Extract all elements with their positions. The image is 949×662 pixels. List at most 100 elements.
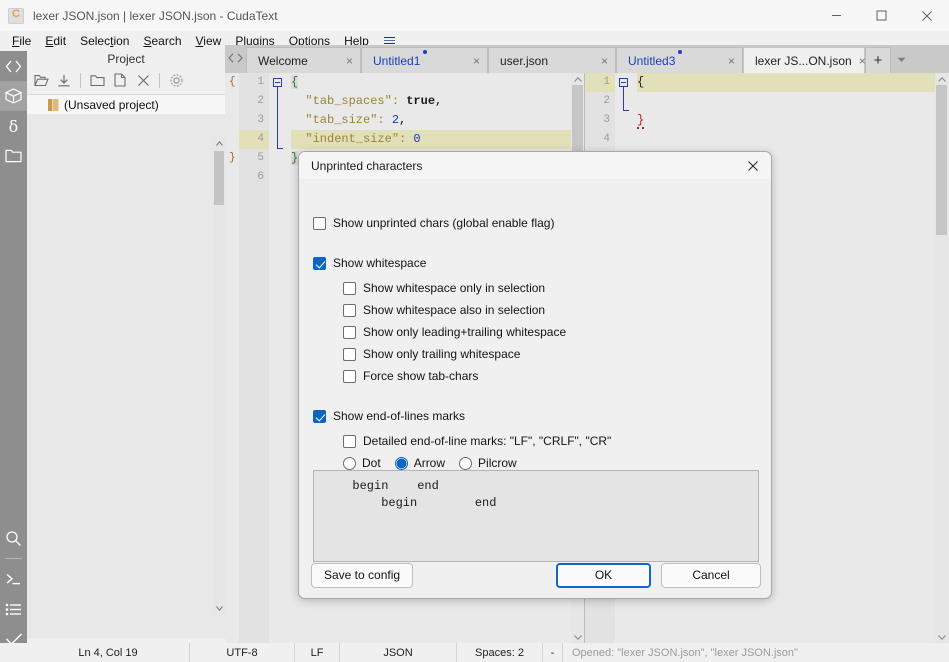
checkbox-ws-only-in-selection[interactable]: Show whitespace only in selection bbox=[313, 277, 757, 299]
chevron-left-icon[interactable] bbox=[227, 52, 235, 66]
checkbox-ws-also-in-selection[interactable]: Show whitespace also in selection bbox=[313, 299, 757, 321]
checkbox-label: Show whitespace also in selection bbox=[363, 303, 546, 317]
status-encoding[interactable]: UTF-8 bbox=[190, 643, 295, 662]
tab-close-icon[interactable]: × bbox=[346, 55, 353, 67]
checkbox-global-enable[interactable]: Show unprinted chars (global enable flag… bbox=[313, 212, 757, 234]
project-tree: (Unsaved project) bbox=[27, 94, 225, 638]
right-editor-scrollbar[interactable] bbox=[935, 73, 948, 643]
rail-item-list-lines[interactable] bbox=[0, 594, 27, 624]
line-number: 2 bbox=[603, 95, 610, 107]
checkbox-ws-leading-trailing[interactable]: Show only leading+trailing whitespace bbox=[313, 321, 757, 343]
status-indent[interactable]: Spaces: 2 bbox=[457, 643, 543, 662]
checkbox-box[interactable] bbox=[343, 369, 356, 383]
fold-collapse-icon[interactable] bbox=[273, 78, 282, 87]
close-icon[interactable] bbox=[904, 0, 949, 31]
maximize-icon[interactable] bbox=[859, 0, 904, 31]
scroll-thumb[interactable] bbox=[214, 151, 224, 205]
status-lexer[interactable]: JSON bbox=[340, 643, 457, 662]
tab-lexer-json[interactable]: lexer JS...ON.json × bbox=[743, 47, 866, 73]
checkbox-show-eol-marks[interactable]: Show end-of-lines marks bbox=[313, 405, 757, 427]
menu-selection[interactable]: Selection bbox=[73, 32, 136, 50]
tab-user-json[interactable]: user.json × bbox=[488, 47, 616, 73]
status-line-ends[interactable]: LF bbox=[295, 643, 340, 662]
rail-item-package-box[interactable] bbox=[0, 81, 27, 111]
tab-close-icon[interactable]: × bbox=[859, 55, 866, 67]
checkbox-detailed-eol-marks[interactable]: Detailed end-of-line marks: "LF", "CRLF"… bbox=[313, 430, 757, 452]
tab-close-icon[interactable]: × bbox=[473, 55, 480, 67]
menu-view[interactable]: View bbox=[189, 32, 229, 50]
checkbox-box[interactable] bbox=[343, 325, 356, 339]
dialog-body: Show unprinted chars (global enable flag… bbox=[299, 179, 771, 474]
checkbox-box[interactable] bbox=[343, 347, 356, 361]
dialog-close-icon[interactable] bbox=[735, 152, 771, 179]
scroll-up-icon[interactable] bbox=[213, 138, 225, 149]
scroll-thumb[interactable] bbox=[936, 85, 947, 235]
project-tree-item[interactable]: (Unsaved project) bbox=[27, 95, 225, 114]
radio-button[interactable] bbox=[394, 456, 408, 470]
tab-modified-dot bbox=[422, 50, 427, 54]
radio-pilcrow[interactable]: Pilcrow bbox=[459, 456, 517, 470]
tab-close-icon[interactable]: × bbox=[728, 55, 735, 67]
checkbox-label: Detailed end-of-line marks: "LF", "CRLF"… bbox=[363, 434, 612, 448]
svg-text:δ: δ bbox=[9, 118, 19, 135]
checkbox-label: Force show tab-chars bbox=[363, 369, 479, 383]
tab-modified-dot bbox=[677, 50, 682, 54]
status-extra[interactable]: - bbox=[543, 643, 563, 662]
checkbox-force-tab-chars[interactable]: Force show tab-chars bbox=[313, 365, 757, 387]
tab-welcome[interactable]: Welcome × bbox=[246, 47, 361, 73]
rail-item-search[interactable] bbox=[0, 523, 27, 553]
radio-button[interactable] bbox=[343, 456, 356, 470]
checkbox-box[interactable] bbox=[343, 434, 356, 448]
tab-untitled3[interactable]: Untitled3 × bbox=[616, 47, 743, 73]
rail-item-console[interactable] bbox=[0, 564, 27, 594]
status-caret-position[interactable]: Ln 4, Col 19 bbox=[27, 643, 190, 662]
save-to-config-button[interactable]: Save to config bbox=[311, 562, 414, 588]
menu-search[interactable]: Search bbox=[136, 32, 188, 50]
left-line-numbers: 1 2 3 4 5 6 bbox=[239, 73, 269, 643]
checkbox-box[interactable] bbox=[313, 409, 326, 423]
project-vertical-scrollbar[interactable] bbox=[213, 138, 225, 614]
menu-file[interactable]: File bbox=[5, 32, 38, 50]
scroll-down-icon[interactable] bbox=[213, 603, 225, 614]
tab-untitled1[interactable]: Untitled1 × bbox=[361, 47, 488, 73]
checkbox-show-whitespace[interactable]: Show whitespace bbox=[313, 252, 757, 274]
add-folder-icon[interactable] bbox=[86, 69, 108, 91]
scroll-down-icon[interactable] bbox=[935, 631, 948, 643]
checkbox-ws-trailing-only[interactable]: Show only trailing whitespace bbox=[313, 343, 757, 365]
radio-arrow[interactable]: Arrow bbox=[394, 456, 445, 470]
scroll-up-icon[interactable] bbox=[571, 73, 584, 85]
checkbox-box[interactable] bbox=[343, 303, 356, 317]
rail-item-delta-snippet[interactable]: δ bbox=[0, 111, 27, 141]
remove-x-icon[interactable] bbox=[132, 69, 154, 91]
scroll-up-icon[interactable] bbox=[935, 73, 948, 85]
radio-button[interactable] bbox=[459, 456, 473, 470]
radio-dot[interactable]: Dot bbox=[343, 456, 381, 470]
fold-collapse-icon[interactable] bbox=[619, 78, 628, 87]
tab-label: Untitled1 bbox=[373, 53, 421, 68]
gear-icon[interactable] bbox=[165, 69, 187, 91]
menu-edit[interactable]: Edit bbox=[38, 32, 73, 50]
scroll-down-icon[interactable] bbox=[571, 631, 584, 643]
cancel-button[interactable]: Cancel bbox=[661, 562, 761, 588]
ok-button[interactable]: OK bbox=[556, 562, 651, 588]
chevron-right-icon[interactable] bbox=[236, 52, 244, 66]
left-fold-column: { } bbox=[229, 76, 236, 164]
checkbox-box[interactable] bbox=[343, 281, 356, 295]
tab-close-icon[interactable]: × bbox=[601, 55, 608, 67]
checkbox-box[interactable] bbox=[313, 216, 326, 230]
rail-item-folder[interactable] bbox=[0, 141, 27, 171]
add-file-icon[interactable] bbox=[109, 69, 131, 91]
open-folder-icon[interactable] bbox=[30, 69, 52, 91]
status-message: Opened: "lexer JSON.json", "lexer JSON.j… bbox=[572, 646, 798, 659]
dialog-title: Unprinted characters bbox=[311, 158, 423, 173]
rail-item-code-brackets[interactable] bbox=[0, 51, 27, 81]
chevron-down-icon[interactable] bbox=[891, 47, 911, 73]
checkbox-box[interactable] bbox=[313, 256, 326, 270]
checkbox-label: Show whitespace bbox=[333, 256, 427, 270]
line-number: 6 bbox=[257, 171, 264, 183]
save-download-icon[interactable] bbox=[53, 69, 75, 91]
new-tab-button[interactable]: + bbox=[865, 47, 891, 73]
minimize-icon[interactable] bbox=[814, 0, 859, 31]
left-fold-gutter[interactable] bbox=[269, 73, 291, 643]
